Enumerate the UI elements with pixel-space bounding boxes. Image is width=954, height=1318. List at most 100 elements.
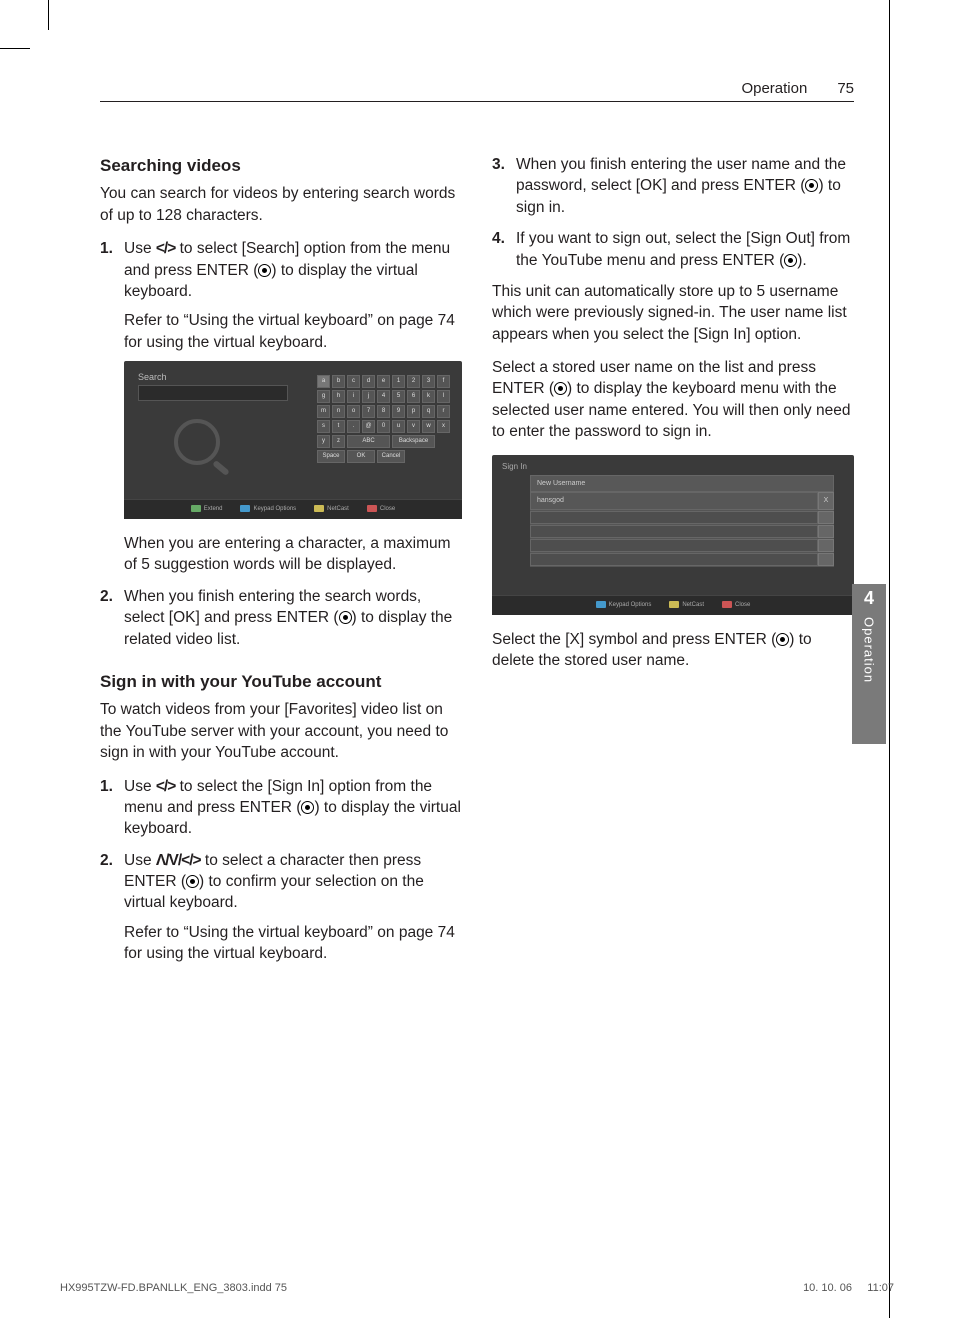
- enter-icon: [784, 254, 797, 267]
- mock-key: v: [407, 420, 420, 433]
- step-search-1: 1. Use </> to select [Search] option fro…: [100, 238, 462, 576]
- mock-key-ok: OK: [347, 450, 375, 463]
- mock-key: r: [437, 405, 450, 418]
- blue-chip-icon: [240, 505, 250, 512]
- screenshot-signin-list: Sign In New Username hansgod X Keypad Op…: [492, 455, 854, 615]
- step-signin-2: 2. Use Λ/V/</> to select a character the…: [100, 850, 462, 965]
- intro-signin: To watch videos from your [Favorites] vi…: [100, 699, 462, 763]
- mock-key: 0: [377, 420, 390, 433]
- blue-chip-icon: [596, 601, 606, 608]
- step-number: 2.: [100, 586, 118, 650]
- mock-key-cancel: Cancel: [377, 450, 405, 463]
- yellow-chip-icon: [669, 601, 679, 608]
- red-chip-icon: [367, 505, 377, 512]
- mock-empty-row: [530, 525, 834, 539]
- step-signin-4: 4. If you want to sign out, select the […: [492, 228, 854, 271]
- page-number: 75: [837, 80, 854, 97]
- mock-key: j: [362, 390, 375, 403]
- mock-key: f: [437, 375, 450, 388]
- imprint-footer: HX995TZW-FD.BPANLLK_ENG_3803.indd 75 10.…: [60, 1282, 894, 1294]
- enter-icon: [301, 801, 314, 814]
- enter-icon: [186, 875, 199, 888]
- steps-signin-cont: 3. When you finish entering the user nam…: [492, 154, 854, 271]
- thumb-tab-label: Operation: [862, 617, 877, 683]
- step-note: Refer to “Using the virtual keyboard” on…: [124, 922, 462, 965]
- mock-key: w: [422, 420, 435, 433]
- mock-signin-label: Sign In: [502, 461, 527, 472]
- nav-left-right-icon: </>: [156, 240, 175, 257]
- mock-key: 4: [377, 390, 390, 403]
- enter-icon: [258, 264, 271, 277]
- mock-key: g: [317, 390, 330, 403]
- step-text: Use </> to select the [Sign In] option f…: [124, 776, 462, 840]
- nav-up-down-left-right-icon: Λ/V/</>: [156, 852, 201, 869]
- imprint-time: 11:07: [867, 1282, 894, 1294]
- mock-key: c: [347, 375, 360, 388]
- mock-key: e: [377, 375, 390, 388]
- mock-key: h: [332, 390, 345, 403]
- step-text: When you finish entering the user name a…: [516, 154, 854, 218]
- mock-key: d: [362, 375, 375, 388]
- magnifier-icon: [174, 419, 220, 465]
- mock-key: k: [422, 390, 435, 403]
- mock-key: n: [332, 405, 345, 418]
- step-number: 1.: [100, 776, 118, 840]
- enter-icon: [805, 179, 818, 192]
- mock-user-row: hansgod X: [530, 492, 834, 511]
- para-delete-stored: Select the [X] symbol and press ENTER ()…: [492, 629, 854, 672]
- mock-footer-hints: Keypad Options NetCast Close: [492, 595, 854, 615]
- mock-key: x: [437, 420, 450, 433]
- mock-search-field: [138, 385, 288, 401]
- mock-key: s: [317, 420, 330, 433]
- mock-delete-x: X: [818, 492, 834, 510]
- left-column: Searching videos You can search for vide…: [100, 154, 462, 975]
- mock-key: u: [392, 420, 405, 433]
- red-chip-icon: [722, 601, 732, 608]
- step-signin-3: 3. When you finish entering the user nam…: [492, 154, 854, 218]
- mock-keyboard-grid: abcde123fghij456klmno789pqrst.@0uvwxyzAB…: [317, 375, 450, 463]
- crop-mark: [0, 48, 30, 49]
- yellow-chip-icon: [314, 505, 324, 512]
- heading-sign-in: Sign in with your YouTube account: [100, 670, 462, 693]
- step-text: Use Λ/V/</> to select a character then p…: [124, 852, 424, 912]
- step-search-2: 2. When you finish entering the search w…: [100, 586, 462, 650]
- mock-key-space: Space: [317, 450, 345, 463]
- screenshot-search-keyboard: Search abcde123fghij456klmno789pqrst.@0u…: [124, 361, 462, 519]
- mock-empty-row: [530, 539, 834, 553]
- mock-key: o: [347, 405, 360, 418]
- mock-key: a: [317, 375, 330, 388]
- crop-mark: [48, 0, 49, 30]
- step-text: When you finish entering the search word…: [124, 586, 462, 650]
- header-rule: [100, 101, 854, 102]
- intro-search: You can search for videos by entering se…: [100, 183, 462, 226]
- mock-empty-row: [530, 553, 834, 567]
- imprint-date: 10. 10. 06: [803, 1282, 852, 1294]
- step-number: 2.: [100, 850, 118, 965]
- thumb-tab-number: 4: [864, 588, 874, 609]
- mock-footer-hints: Extend Keypad Options NetCast Close: [124, 499, 462, 519]
- mock-key: b: [332, 375, 345, 388]
- mock-key: y: [317, 435, 330, 448]
- step-signin-1: 1. Use </> to select the [Sign In] optio…: [100, 776, 462, 840]
- running-header: Operation 75: [100, 80, 854, 97]
- mock-search-label: Search: [138, 371, 167, 383]
- green-chip-icon: [191, 505, 201, 512]
- mock-key-backspace: Backspace: [392, 435, 435, 448]
- step-text: Use </> to select [Search] option from t…: [124, 240, 450, 300]
- mock-key: 9: [392, 405, 405, 418]
- mock-key: 5: [392, 390, 405, 403]
- mock-key: @: [362, 420, 375, 433]
- enter-icon: [776, 633, 789, 646]
- nav-left-right-icon: </>: [156, 778, 175, 795]
- mock-key: 2: [407, 375, 420, 388]
- mock-key: 1: [392, 375, 405, 388]
- section-name: Operation: [741, 80, 807, 97]
- step-text: If you want to sign out, select the [Sig…: [516, 228, 854, 271]
- mock-key: .: [347, 420, 360, 433]
- mock-user-panel: New Username hansgod X: [530, 475, 834, 567]
- mock-key: l: [437, 390, 450, 403]
- mock-key: i: [347, 390, 360, 403]
- steps-signin: 1. Use </> to select the [Sign In] optio…: [100, 776, 462, 965]
- thumb-tab: 4 Operation: [852, 584, 886, 744]
- para-store-usernames: This unit can automatically store up to …: [492, 281, 854, 345]
